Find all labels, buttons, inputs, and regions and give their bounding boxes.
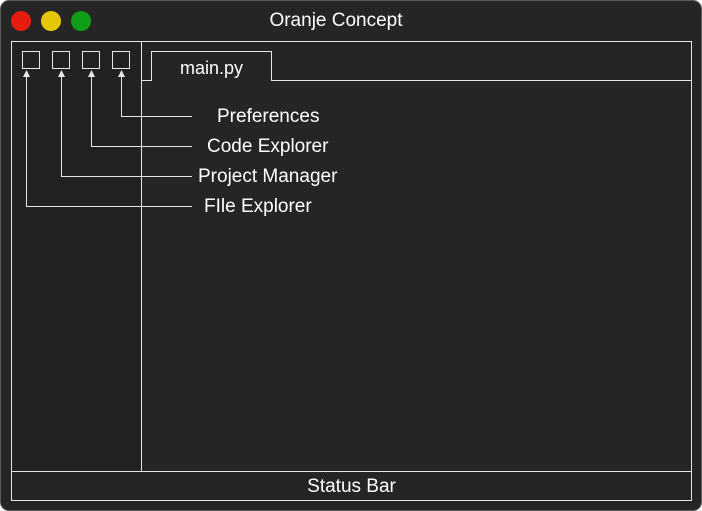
project-manager-callout-label: Project Manager xyxy=(198,166,338,187)
preferences-callout-line xyxy=(121,72,192,117)
preferences-arrowhead xyxy=(118,70,125,77)
status-bar: Status Bar xyxy=(307,476,396,497)
file-explorer-callout-label: FIle Explorer xyxy=(204,196,312,217)
code-explorer-callout-label: Code Explorer xyxy=(207,136,329,157)
preferences-callout-label: Preferences xyxy=(217,106,320,127)
code-explorer-callout-line xyxy=(91,72,192,147)
callout-arrows xyxy=(23,70,192,207)
file-explorer-arrowhead xyxy=(23,70,30,77)
project-manager-arrowhead xyxy=(58,70,65,77)
project-manager-callout-line xyxy=(61,72,192,177)
file-explorer-callout-line xyxy=(26,72,192,207)
code-explorer-arrowhead xyxy=(88,70,95,77)
app-window: Oranje Concept main.py Preferences Code … xyxy=(0,0,702,511)
